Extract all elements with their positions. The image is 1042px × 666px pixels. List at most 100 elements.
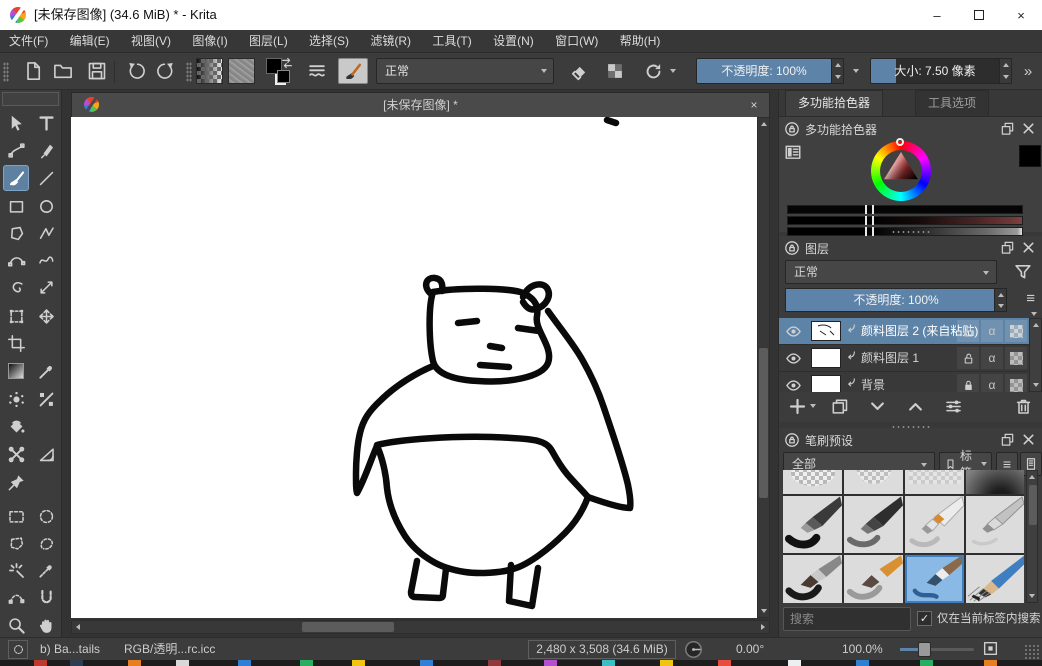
minimize-button[interactable]: –: [916, 0, 958, 30]
layer-properties-button[interactable]: [941, 394, 965, 418]
menu-layer[interactable]: 图层(L): [240, 30, 297, 52]
brush-preset-selected[interactable]: [905, 555, 964, 603]
tool-transform[interactable]: [3, 303, 29, 329]
brush-size-slider[interactable]: 大小: 7.50 像素: [870, 58, 1000, 84]
brush-editor-button[interactable]: [338, 58, 368, 84]
layer-style-icon[interactable]: [845, 349, 858, 362]
brush-preset[interactable]: [966, 470, 1024, 494]
tool-colorize-mask[interactable]: [3, 386, 29, 412]
brush-preset[interactable]: [783, 496, 842, 553]
add-layer-dropdown[interactable]: [807, 394, 819, 418]
zoom-slider[interactable]: [900, 648, 974, 651]
tool-ellipse[interactable]: [33, 193, 59, 219]
layer-blend-mode-dropdown[interactable]: 正常: [785, 260, 997, 284]
tool-freehand-path[interactable]: [33, 247, 59, 273]
tool-reference-images[interactable]: [3, 469, 29, 495]
layer-filter-icon[interactable]: [1013, 262, 1033, 282]
search-scope-checkbox[interactable]: ✓: [917, 611, 932, 626]
layer-row-selected[interactable]: 颜料图层 2 (来自粘贴) α: [779, 318, 1029, 345]
preserve-alpha-button[interactable]: [602, 58, 628, 84]
layer-list-scrollbar[interactable]: [1029, 318, 1042, 392]
menu-help[interactable]: 帮助(H): [611, 30, 670, 52]
tool-bezier-select[interactable]: [3, 584, 29, 610]
layer-thumbnail[interactable]: [811, 375, 841, 392]
layer-opacity-slider[interactable]: 不透明度: 100%: [785, 288, 1007, 312]
toolbar-overflow-button[interactable]: »: [1018, 58, 1038, 84]
close-docker-icon[interactable]: [1021, 240, 1036, 255]
tool-freehand-brush[interactable]: [3, 165, 29, 191]
tool-freehand-select[interactable]: [33, 530, 59, 556]
menu-settings[interactable]: 设置(N): [484, 30, 543, 52]
tool-magnetic-select[interactable]: [33, 584, 59, 610]
move-layer-down-button[interactable]: [865, 394, 889, 418]
color-profile-label[interactable]: RGB/透明...rc.icc: [124, 638, 215, 660]
undo-button[interactable]: [124, 58, 150, 84]
docker-lock-icon[interactable]: [784, 432, 800, 448]
background-color-swatch[interactable]: [277, 70, 290, 83]
reload-preset-dropdown[interactable]: [666, 58, 680, 84]
brush-size-spinner[interactable]: [999, 58, 1012, 84]
brush-preset[interactable]: [966, 555, 1024, 603]
layer-name[interactable]: 背景: [861, 372, 885, 392]
tool-bezier-curve[interactable]: [3, 247, 29, 273]
close-button[interactable]: ×: [1000, 0, 1042, 30]
tool-polygon-select[interactable]: [3, 530, 29, 556]
layer-visibility-icon[interactable]: [785, 323, 802, 340]
tool-rectangle[interactable]: [3, 193, 29, 219]
new-document-button[interactable]: [20, 58, 46, 84]
toolbar-grip[interactable]: [3, 62, 9, 82]
tool-polyline[interactable]: [33, 220, 59, 246]
tool-smart-patch[interactable]: [33, 386, 59, 412]
menu-view[interactable]: 视图(V): [122, 30, 180, 52]
tool-zoom[interactable]: [3, 612, 29, 638]
zoom-slider-thumb[interactable]: [918, 642, 931, 657]
tool-contiguous-select[interactable]: [3, 557, 29, 583]
layer-lock-icon[interactable]: [962, 379, 975, 392]
tool-dynamic-brush[interactable]: [3, 274, 29, 300]
layer-lock-icon[interactable]: [962, 352, 975, 365]
brush-preset[interactable]: [966, 496, 1024, 553]
tab-tool-options[interactable]: 工具选项: [915, 90, 989, 116]
menu-tools[interactable]: 工具(T): [423, 30, 480, 52]
swap-colors-icon[interactable]: [280, 56, 294, 70]
redo-button[interactable]: [152, 58, 178, 84]
maximize-button[interactable]: [958, 0, 1000, 30]
docker-splitter[interactable]: [891, 230, 931, 234]
layer-visibility-icon[interactable]: [785, 350, 802, 367]
docker-lock-icon[interactable]: [784, 240, 800, 256]
document-tab[interactable]: [未保存图像] * ×: [71, 92, 770, 117]
horizontal-scroll-thumb[interactable]: [302, 622, 394, 632]
alpha-lock-icon[interactable]: [1010, 325, 1023, 338]
layer-visibility-icon[interactable]: [785, 377, 802, 392]
scroll-up-icon[interactable]: [758, 118, 770, 130]
opacity-spinner[interactable]: [831, 58, 844, 84]
layer-thumbnail[interactable]: [811, 321, 841, 341]
inherit-alpha-icon[interactable]: α: [981, 320, 1003, 342]
duplicate-layer-button[interactable]: [827, 394, 851, 418]
layer-opacity-spinner[interactable]: [994, 288, 1007, 312]
toolbox-handle[interactable]: [2, 92, 59, 106]
layer-row[interactable]: 颜料图层 1 α: [779, 345, 1029, 372]
tab-advanced-color-selector[interactable]: 多功能拾色器: [785, 90, 883, 116]
docker-lock-icon[interactable]: [784, 121, 800, 137]
foreground-background-colors[interactable]: [266, 58, 294, 85]
document-close-icon[interactable]: ×: [745, 96, 763, 114]
scroll-down-icon[interactable]: [758, 605, 770, 617]
canvas-horizontal-scrollbar[interactable]: [71, 620, 770, 634]
move-layer-up-button[interactable]: [903, 394, 927, 418]
rotation-angle-value[interactable]: 0.00°: [736, 638, 764, 660]
tool-fill[interactable]: [3, 413, 29, 439]
float-docker-icon[interactable]: [1000, 240, 1015, 255]
tool-measure[interactable]: [33, 441, 59, 467]
preset-search-input[interactable]: [783, 607, 911, 631]
image-dimensions[interactable]: 2,480 x 3,508 (34.6 MiB): [528, 640, 676, 659]
close-docker-icon[interactable]: [1021, 432, 1036, 447]
tool-multibrush[interactable]: [33, 274, 59, 300]
zoom-percentage[interactable]: 100.0%: [842, 638, 883, 660]
open-document-button[interactable]: [50, 58, 76, 84]
blending-mode-dropdown[interactable]: 正常: [376, 58, 554, 84]
menu-window[interactable]: 窗口(W): [546, 30, 607, 52]
brush-presets-popup-button[interactable]: [304, 58, 330, 84]
tool-text[interactable]: [33, 110, 59, 136]
selection-display-button[interactable]: [8, 640, 28, 659]
